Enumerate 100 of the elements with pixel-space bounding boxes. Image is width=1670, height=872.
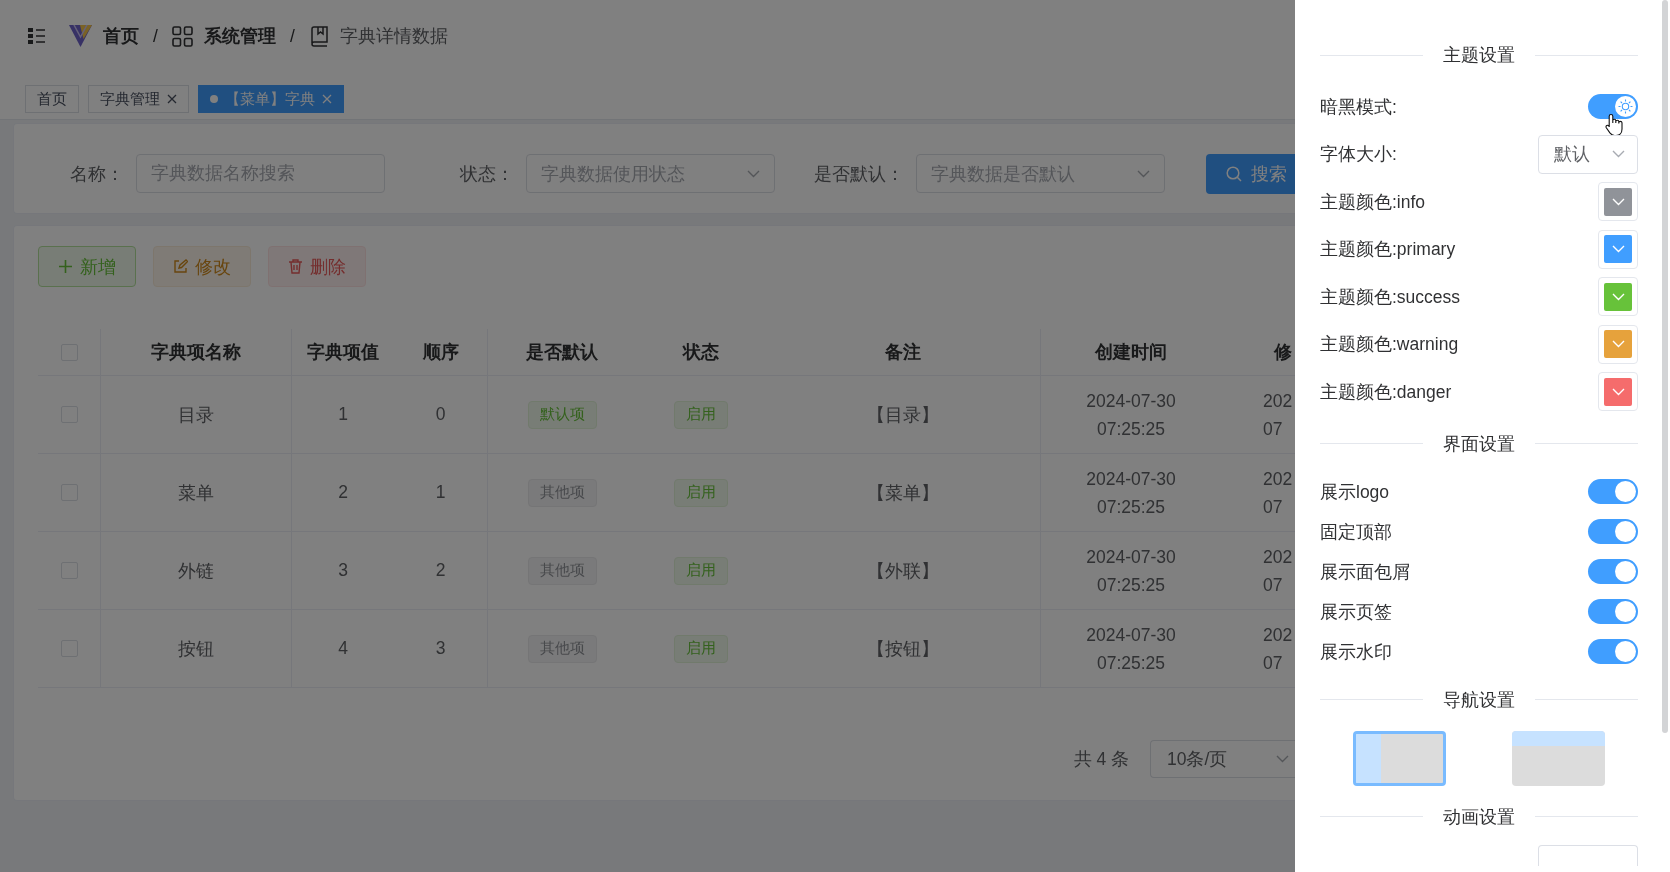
section-title: 主题设置	[1443, 44, 1515, 67]
trash-icon	[288, 259, 303, 274]
column-header: 是否默认	[526, 341, 598, 364]
filter-label: 名称：	[69, 162, 125, 186]
column-header: 字典项名称	[151, 341, 241, 364]
toggle-switch[interactable]	[1588, 479, 1638, 504]
setting-label: 主题颜色:warning	[1320, 333, 1459, 357]
color-picker[interactable]	[1598, 372, 1638, 412]
scrollbar-thumb[interactable]	[1662, 0, 1668, 733]
tab[interactable]: 字典管理	[88, 85, 189, 113]
chevron-down-icon	[1276, 755, 1289, 763]
item-name: 外链	[178, 559, 214, 583]
cut-off-text: 202 07	[1263, 545, 1294, 597]
created-time: 2024-07-30 07:25:25	[1085, 467, 1177, 519]
item-value: 4	[338, 638, 348, 659]
setting-label: 主题颜色:success	[1320, 285, 1461, 309]
toggle-switch[interactable]	[1588, 639, 1638, 664]
remark-text: 【菜单】	[867, 481, 939, 505]
cut-off-text: 202 07	[1263, 467, 1294, 519]
search-icon	[1226, 166, 1242, 182]
color-picker[interactable]	[1598, 277, 1638, 317]
default-tag: 默认项	[527, 400, 597, 429]
chevron-down-icon	[1137, 169, 1150, 178]
setting-label: 字体大小:	[1320, 143, 1397, 167]
color-picker[interactable]	[1598, 324, 1638, 364]
status-tag: 启用	[674, 478, 728, 507]
section-title: 界面设置	[1443, 432, 1515, 456]
setting-label: 主题颜色:danger	[1320, 380, 1452, 404]
tab[interactable]: 【菜单】字典	[198, 85, 344, 113]
breadcrumb-item: 字典详情数据	[339, 25, 448, 48]
filter-label: 是否默认：	[813, 162, 905, 186]
created-time: 2024-07-30 07:25:25	[1085, 545, 1177, 597]
color-picker[interactable]	[1598, 229, 1638, 269]
item-value: 1	[338, 404, 348, 425]
chevron-down-icon	[1612, 150, 1625, 159]
item-name: 目录	[178, 403, 214, 427]
select-field[interactable]	[1538, 844, 1638, 866]
column-header: 修	[1274, 341, 1292, 364]
toolbar-button[interactable]: 新增	[38, 246, 136, 287]
toggle-switch[interactable]	[1588, 519, 1638, 544]
column-header: 备注	[885, 341, 921, 364]
column-header: 状态	[683, 341, 719, 364]
chevron-down-icon	[747, 169, 760, 178]
chevron-down-icon	[1611, 387, 1625, 396]
filter-label: 状态：	[459, 162, 515, 186]
setting-label: 暗黑模式:	[1320, 95, 1397, 119]
setting-label: 展示水印	[1320, 640, 1392, 664]
column-header: 字典项值	[307, 341, 379, 364]
menu-icon[interactable]	[28, 28, 45, 44]
top-nav-layout-thumbnail[interactable]	[1512, 730, 1605, 786]
setting-label: 展示logo	[1320, 480, 1390, 504]
tab[interactable]: 首页	[25, 85, 79, 113]
search-button[interactable]: 搜索	[1206, 154, 1295, 194]
setting-label: 展示页签	[1320, 600, 1392, 624]
item-name: 按钮	[178, 637, 214, 661]
select-field[interactable]: 默认	[1538, 134, 1638, 174]
status-tag: 启用	[674, 634, 728, 663]
status-tag: 启用	[674, 400, 728, 429]
item-name: 菜单	[178, 481, 214, 505]
toggle-switch[interactable]	[1588, 559, 1638, 584]
grid-icon	[171, 25, 193, 47]
plus-icon	[58, 259, 73, 274]
remark-text: 【外联】	[867, 559, 939, 583]
status-tag: 启用	[674, 556, 728, 585]
dot-icon	[210, 95, 218, 103]
book-icon	[308, 25, 329, 47]
hand-cursor-icon	[1605, 113, 1623, 137]
sort-order: 3	[435, 638, 446, 659]
column-header: 创建时间	[1095, 341, 1167, 364]
edit-icon	[173, 259, 188, 274]
chevron-down-icon	[1611, 340, 1625, 349]
setting-label: 固定顶部	[1320, 520, 1392, 544]
toggle-switch[interactable]	[1588, 599, 1638, 624]
setting-label: 主题颜色:primary	[1320, 238, 1456, 262]
created-time: 2024-07-30 07:25:25	[1085, 623, 1177, 675]
sort-order: 1	[435, 482, 446, 503]
breadcrumb-separator: /	[289, 25, 295, 47]
remark-text: 【按钮】	[867, 637, 939, 661]
sort-order: 2	[435, 560, 446, 581]
setting-label: 主题颜色:info	[1320, 190, 1426, 214]
close-icon[interactable]	[167, 94, 177, 104]
created-time: 2024-07-30 07:25:25	[1085, 389, 1177, 441]
sidebar-layout-thumbnail[interactable]	[1353, 730, 1446, 786]
remark-text: 【目录】	[867, 403, 939, 427]
toggle-switch[interactable]	[1588, 94, 1638, 120]
cut-off-text: 202 07	[1263, 623, 1294, 675]
sort-order: 0	[435, 404, 446, 425]
setting-label: 展示面包屑	[1320, 560, 1410, 584]
item-value: 3	[338, 560, 348, 581]
chevron-down-icon	[1611, 197, 1625, 206]
breadcrumb-item[interactable]: 系统管理	[203, 24, 276, 48]
section-title: 动画设置	[1443, 805, 1515, 829]
item-value: 2	[338, 482, 348, 503]
color-picker[interactable]	[1598, 182, 1638, 222]
chevron-down-icon	[1611, 292, 1625, 301]
total-count: 共 4 条	[1073, 748, 1129, 771]
section-title: 导航设置	[1443, 688, 1515, 712]
logo-icon	[69, 25, 92, 47]
breadcrumb-separator: /	[153, 25, 158, 47]
breadcrumb-item[interactable]: 首页	[103, 24, 139, 48]
